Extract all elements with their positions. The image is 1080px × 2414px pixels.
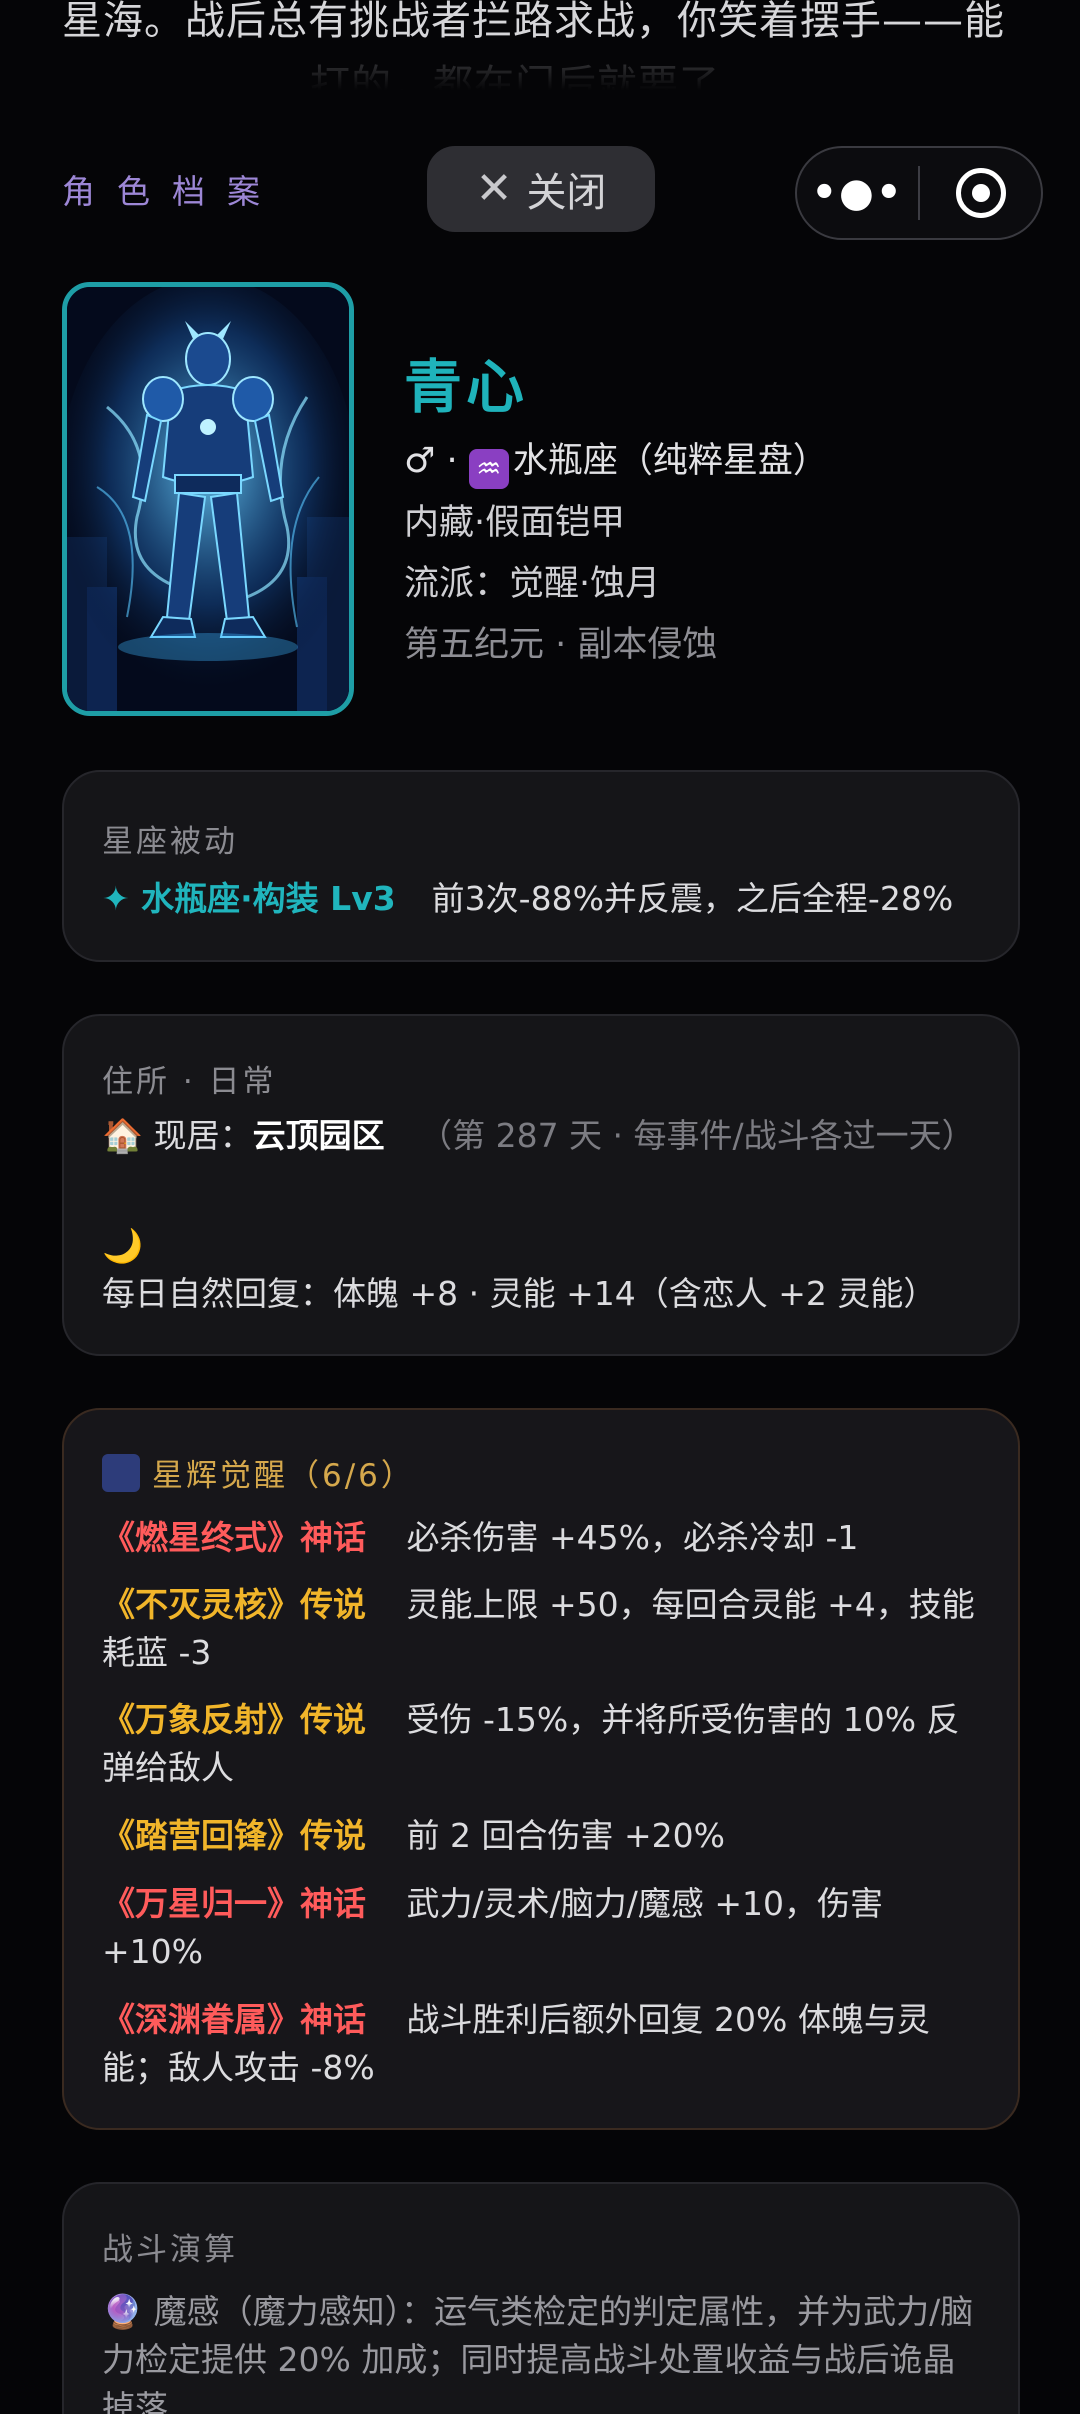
- card-title: 住所 · 日常: [102, 1064, 277, 1100]
- awakening-title-row: 星辉觉醒（6/6）: [102, 1450, 415, 1495]
- residence-row: 🏠 现居：云顶园区 （第 287 天 · 每事件/战斗各过一天）: [102, 1112, 980, 1160]
- passive-skill-name: ✦ 水瓶座·构装 Lv3: [102, 879, 396, 918]
- residence-note: （第 287 天 · 每事件/战斗各过一天）: [419, 1116, 975, 1155]
- residence-name: 云顶园区: [252, 1116, 385, 1155]
- regen-row: 🌙 每日自然回复：体魄 +8 · 灵能 +14（含恋人 +2 灵能）: [102, 1222, 980, 1318]
- card-title: 战斗演算: [102, 2232, 238, 2268]
- story-line-1: 星海。战后总有挑战者拦路求战，你笑着摆手——能: [62, 0, 1005, 44]
- close-icon: ✕: [475, 163, 513, 214]
- more-dots-icon[interactable]: •●•: [797, 173, 918, 213]
- era-world: 第五纪元 · 副本侵蚀: [404, 625, 718, 665]
- awakening-item-desc: 必杀伤害 +45%，必杀冷却 -1: [406, 1518, 859, 1557]
- close-label: 关闭: [526, 170, 607, 216]
- star-awakening-card: 星辉觉醒（6/6） 《燃星终式》神话 必杀伤害 +45%，必杀冷却 -1 《不灭…: [62, 1408, 1020, 2130]
- separator: ·: [446, 441, 458, 481]
- combat-calc-card: 战斗演算 🔮 魔感（魔力感知）：运气类检定的判定属性，并为武力/脑力检定提供 2…: [62, 2182, 1020, 2414]
- section-label: 角色档案: [62, 172, 282, 211]
- awakening-item: 《万象反射》传说 受伤 -15%，并将所受伤害的 10% 反弹给敌人: [102, 1696, 980, 1792]
- zodiac-passive-card: 星座被动 ✦ 水瓶座·构装 Lv3 前3次-88%并反震，之后全程-28%: [62, 770, 1020, 962]
- residence-card: 住所 · 日常 🏠 现居：云顶园区 （第 287 天 · 每事件/战斗各过一天）…: [62, 1014, 1020, 1356]
- passive-skill-desc: 前3次-88%并反震，之后全程-28%: [431, 879, 954, 918]
- awakening-title: 星辉觉醒（6/6）: [152, 1458, 415, 1494]
- awakening-item-name: 《燃星终式》神话: [102, 1518, 366, 1557]
- close-button[interactable]: ✕ 关闭: [427, 146, 655, 232]
- combat-desc-row: 🔮 魔感（魔力感知）：运气类检定的判定属性，并为武力/脑力检定提供 20% 加成…: [102, 2288, 980, 2414]
- crystal-ball-icon: 🔮: [102, 2292, 144, 2331]
- awakening-item: 《深渊眷属》神话 战斗胜利后额外回复 20% 体魄与灵能；敌人攻击 -8%: [102, 1996, 980, 2092]
- residence-prefix: 现居：: [153, 1116, 253, 1155]
- character-name: 青心: [404, 353, 529, 421]
- target-icon[interactable]: [920, 168, 1041, 218]
- awakening-item: 《万星归一》神话 武力/灵术/脑力/魔感 +10，伤害 +10%: [102, 1880, 980, 1976]
- awakening-item-name: 《深渊眷属》神话: [102, 2000, 366, 2039]
- awakening-item-name: 《不灭灵核》传说: [102, 1585, 366, 1624]
- awakening-item: 《燃星终式》神话 必杀伤害 +45%，必杀冷却 -1: [102, 1514, 980, 1562]
- awakening-item-name: 《万象反射》传说: [102, 1700, 366, 1739]
- regen-text: 每日自然回复：体魄 +8 · 灵能 +14（含恋人 +2 灵能）: [102, 1274, 937, 1313]
- male-symbol-icon: ♂: [404, 441, 436, 481]
- armored-hero-illustration: [67, 287, 349, 711]
- mini-program-capsule: •●•: [795, 146, 1043, 240]
- story-line-2: 打的，都在门后就要了: [310, 62, 720, 90]
- combat-desc: 魔感（魔力感知）：运气类检定的判定属性，并为武力/脑力检定提供 20% 加成；同…: [102, 2292, 974, 2414]
- shooting-star-icon: [102, 1454, 140, 1492]
- house-icon: 🏠: [102, 1116, 144, 1155]
- character-portrait: [62, 282, 354, 716]
- awakening-item-desc: 前 2 回合伤害 +20%: [406, 1816, 725, 1855]
- passive-skill-row: ✦ 水瓶座·构装 Lv3 前3次-88%并反震，之后全程-28%: [102, 875, 980, 923]
- awakening-item-name: 《踏营回锋》传说: [102, 1816, 366, 1855]
- moon-icon: 🌙: [102, 1226, 144, 1265]
- background-story-text: 星海。战后总有挑战者拦路求战，你笑着摆手——能 打的，都在门后就要了: [0, 0, 1080, 90]
- awakening-item: 《踏营回锋》传说 前 2 回合伤害 +20%: [102, 1812, 980, 1860]
- zodiac-text: 水瓶座（纯粹星盘）: [512, 441, 828, 481]
- gender-zodiac-line: ♂ · ♒ 水瓶座（纯粹星盘）: [404, 432, 828, 489]
- inner-trait: 内藏·假面铠甲: [404, 503, 626, 543]
- awakening-item: 《不灭灵核》传说 灵能上限 +50，每回合灵能 +4，技能耗蓝 -3: [102, 1581, 980, 1677]
- aquarius-icon: ♒: [468, 449, 509, 489]
- school-style: 流派：觉醒·蚀月: [404, 564, 661, 604]
- awakening-item-name: 《万星归一》神话: [102, 1884, 366, 1923]
- card-title: 星座被动: [102, 824, 238, 860]
